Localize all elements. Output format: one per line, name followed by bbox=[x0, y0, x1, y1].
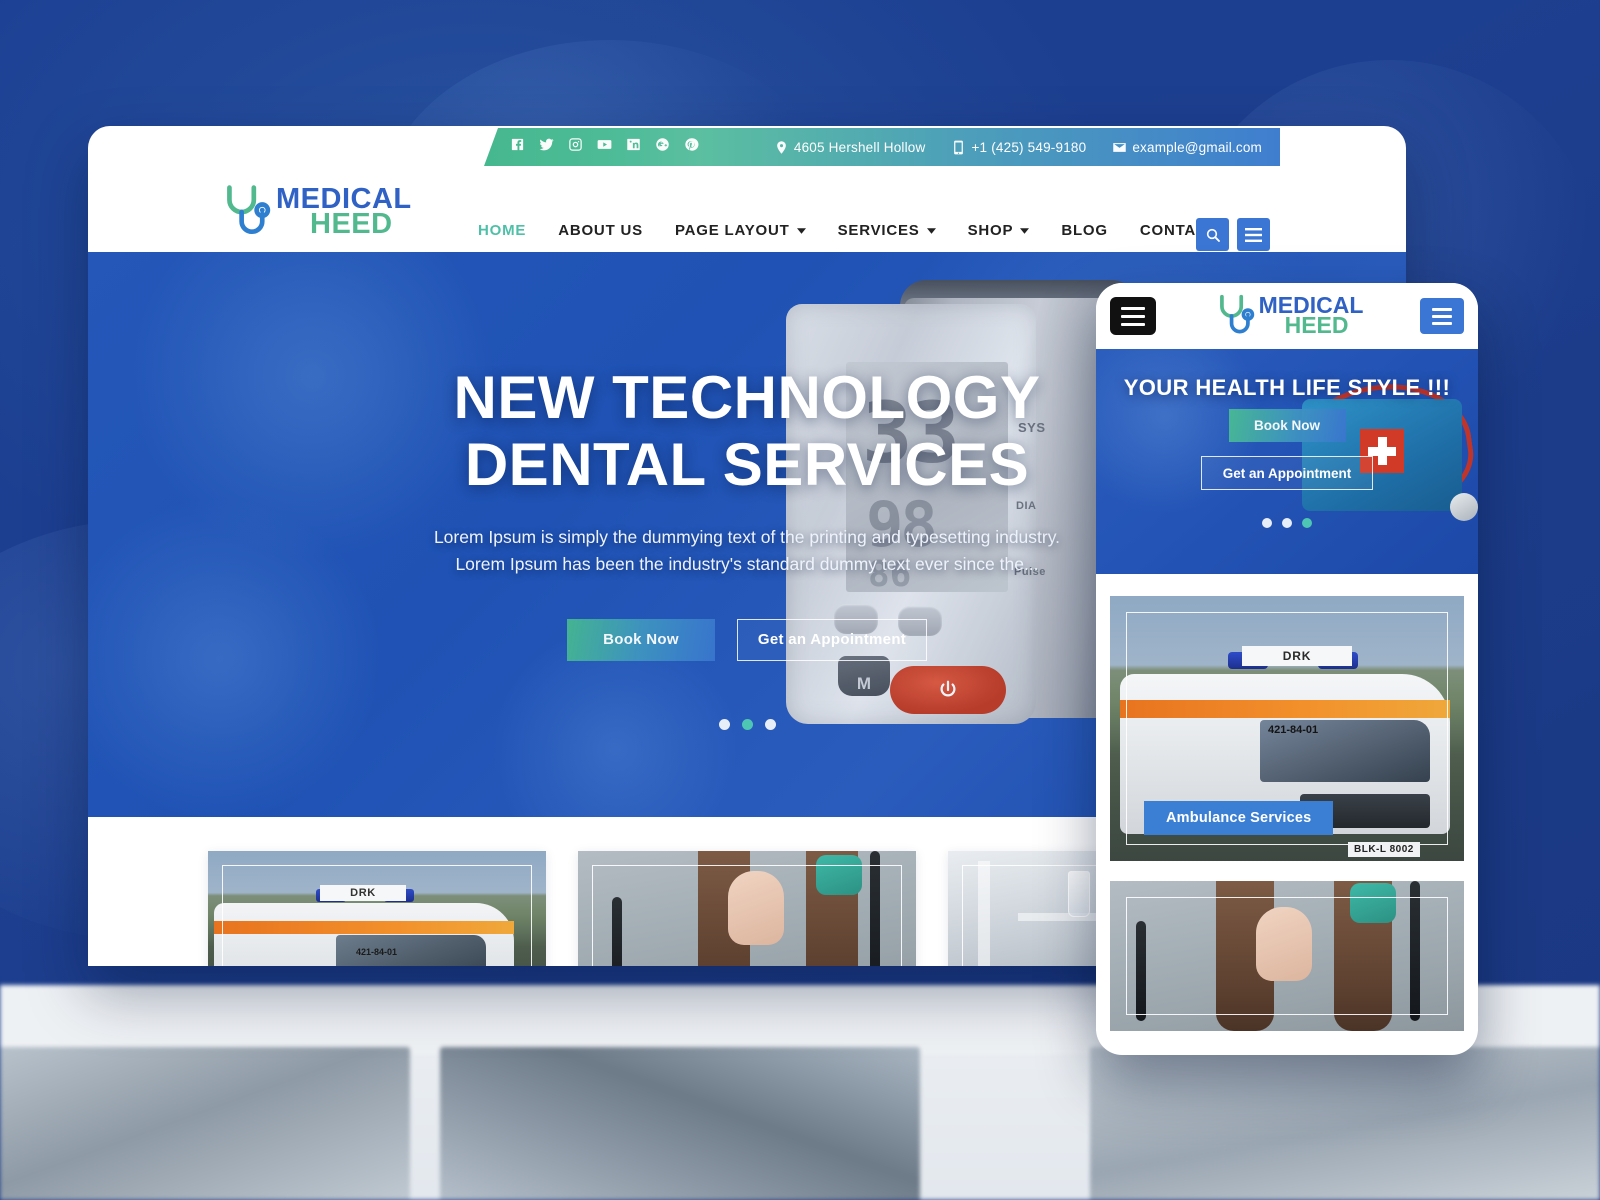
book-now-button[interactable]: Book Now bbox=[567, 618, 715, 661]
email-item[interactable]: example@gmail.com bbox=[1112, 140, 1262, 155]
chevron-down-icon bbox=[926, 227, 936, 234]
mobile-carousel-dot-3[interactable] bbox=[1302, 518, 1312, 528]
linkedin-icon[interactable] bbox=[626, 137, 641, 157]
nav-item-shop[interactable]: SHOP bbox=[968, 222, 1030, 239]
mobile-phone-icon bbox=[954, 140, 964, 154]
hamburger-icon bbox=[1431, 307, 1452, 311]
mobile-get-appointment-button[interactable]: Get an Appointment bbox=[1201, 456, 1373, 490]
get-appointment-button[interactable]: Get an Appointment bbox=[737, 618, 927, 661]
instagram-icon[interactable] bbox=[568, 137, 583, 157]
hamburger-icon bbox=[1245, 227, 1262, 242]
stethoscope-icon bbox=[227, 185, 271, 234]
mobile-site-logo[interactable]: MEDICAL HEED bbox=[1213, 292, 1364, 340]
hamburger-icon bbox=[1431, 321, 1452, 325]
mobile-carousel-dot-1[interactable] bbox=[1262, 518, 1272, 528]
mobile-hero-title: YOUR HEALTH LIFE STYLE !!! bbox=[1123, 375, 1451, 400]
mobile-card-label: Ambulance Services bbox=[1144, 801, 1334, 835]
hamburger-icon bbox=[1121, 306, 1145, 310]
hamburger-icon bbox=[1431, 314, 1452, 318]
logo-initial: M bbox=[1258, 292, 1278, 319]
nav-label: HOME bbox=[478, 222, 527, 239]
service-card-ambulance[interactable]: DRK 421-84-01 bbox=[208, 851, 546, 966]
nav-item-page-layout[interactable]: PAGE LAYOUT bbox=[675, 222, 806, 239]
facebook-icon[interactable] bbox=[510, 137, 525, 157]
mobile-book-now-button[interactable]: Book Now bbox=[1228, 409, 1346, 442]
logo-initial: M bbox=[276, 183, 301, 216]
youtube-icon[interactable] bbox=[597, 137, 612, 157]
mobile-header: MEDICAL HEED bbox=[1096, 283, 1478, 349]
mobile-carousel-dots bbox=[1096, 518, 1478, 528]
nav-actions bbox=[1196, 218, 1270, 251]
mobile-carousel-dot-2[interactable] bbox=[1282, 518, 1292, 528]
nav-label: BLOG bbox=[1061, 222, 1108, 239]
nav-item-home[interactable]: HOME bbox=[478, 222, 526, 239]
phone-text: +1 (425) 549-9180 bbox=[971, 139, 1087, 155]
mobile-preview: MEDICAL HEED YOUR HEALTH LIFE STYLE !!! … bbox=[1096, 283, 1478, 1055]
background-photo-tile bbox=[1090, 1047, 1600, 1200]
ambulance-plate-number: 421-84-01 bbox=[1268, 724, 1319, 736]
search-icon bbox=[1206, 228, 1220, 242]
phone-item[interactable]: +1 (425) 549-9180 bbox=[951, 140, 1086, 155]
menu-toggle-button[interactable] bbox=[1237, 218, 1270, 251]
social-links bbox=[484, 128, 699, 166]
ambulance-badge: DRK bbox=[320, 885, 406, 901]
mobile-service-card-ambulance[interactable]: DRK 421-84-01 BLK-L 8002 Ambulance Servi… bbox=[1110, 596, 1464, 861]
main-navigation-bar: MEDICAL HEED HOME ABOUT US PAGE LAYOUT S… bbox=[88, 168, 1406, 252]
ambulance-plate-number: 421-84-01 bbox=[356, 947, 398, 957]
location-pin-icon bbox=[777, 140, 786, 154]
ambulance-photo: DRK 421-84-01 bbox=[208, 851, 546, 966]
hero-subtitle: Lorem Ipsum is simply the dummying text … bbox=[433, 527, 1061, 574]
mobile-service-card-patient[interactable] bbox=[1110, 881, 1464, 1031]
mobile-hero-slider: YOUR HEALTH LIFE STYLE !!! Book Now Get … bbox=[1096, 349, 1478, 574]
nav-label: SERVICES bbox=[837, 222, 920, 239]
logo-line2: HEED bbox=[1284, 312, 1349, 338]
envelope-icon bbox=[1113, 142, 1127, 152]
nav-label: ABOUT US bbox=[558, 222, 643, 239]
address-text: 4605 Hershell Hollow bbox=[793, 139, 926, 155]
address-item[interactable]: 4605 Hershell Hollow bbox=[774, 140, 926, 155]
nav-item-about-us[interactable]: ABOUT US bbox=[558, 222, 643, 239]
top-utility-bar: 4605 Hershell Hollow +1 (425) 549-9180 e… bbox=[88, 126, 1406, 168]
googleplus-icon[interactable] bbox=[655, 137, 670, 157]
hamburger-icon bbox=[1121, 314, 1145, 318]
nav-item-services[interactable]: SERVICES bbox=[838, 222, 936, 239]
site-logo[interactable]: MEDICAL HEED bbox=[218, 182, 412, 242]
mobile-logo-wordmark: MEDICAL HEED bbox=[1259, 294, 1364, 338]
chevron-down-icon bbox=[796, 227, 806, 234]
service-card-patient[interactable] bbox=[578, 851, 916, 966]
mobile-menu-button-right[interactable] bbox=[1419, 298, 1464, 334]
background-photo-tile bbox=[0, 1047, 410, 1200]
carousel-dot-1[interactable] bbox=[718, 718, 730, 730]
nav-item-blog[interactable]: BLOG bbox=[1061, 222, 1108, 239]
hamburger-icon bbox=[1121, 322, 1145, 326]
carousel-dot-3[interactable] bbox=[764, 718, 776, 730]
contact-info-bar: 4605 Hershell Hollow +1 (425) 549-9180 e… bbox=[699, 128, 1280, 166]
hero-title: NEW TECHNOLOGY DENTAL SERVICES bbox=[453, 364, 1041, 499]
email-text: example@gmail.com bbox=[1132, 139, 1262, 155]
mobile-cards-list: DRK 421-84-01 BLK-L 8002 Ambulance Servi… bbox=[1096, 574, 1478, 1031]
nav-label: SHOP bbox=[967, 222, 1014, 239]
nav-label: PAGE LAYOUT bbox=[674, 222, 790, 239]
carousel-dot-2[interactable] bbox=[741, 718, 753, 730]
mobile-menu-button-left[interactable] bbox=[1110, 297, 1156, 335]
background-photo-tile bbox=[440, 1047, 920, 1200]
logo-line2: HEED bbox=[310, 208, 393, 240]
logo-wordmark: MEDICAL HEED bbox=[276, 185, 412, 240]
stethoscope-icon bbox=[1219, 294, 1254, 334]
nav-menu: HOME ABOUT US PAGE LAYOUT SERVICES SHOP … bbox=[478, 222, 1218, 239]
twitter-icon[interactable] bbox=[539, 137, 554, 157]
ambulance-registration: BLK-L 8002 bbox=[1348, 842, 1420, 857]
search-button[interactable] bbox=[1196, 218, 1229, 251]
chevron-down-icon bbox=[1020, 227, 1030, 234]
patient-hands-photo bbox=[578, 851, 916, 966]
pinterest-icon[interactable] bbox=[684, 137, 699, 157]
